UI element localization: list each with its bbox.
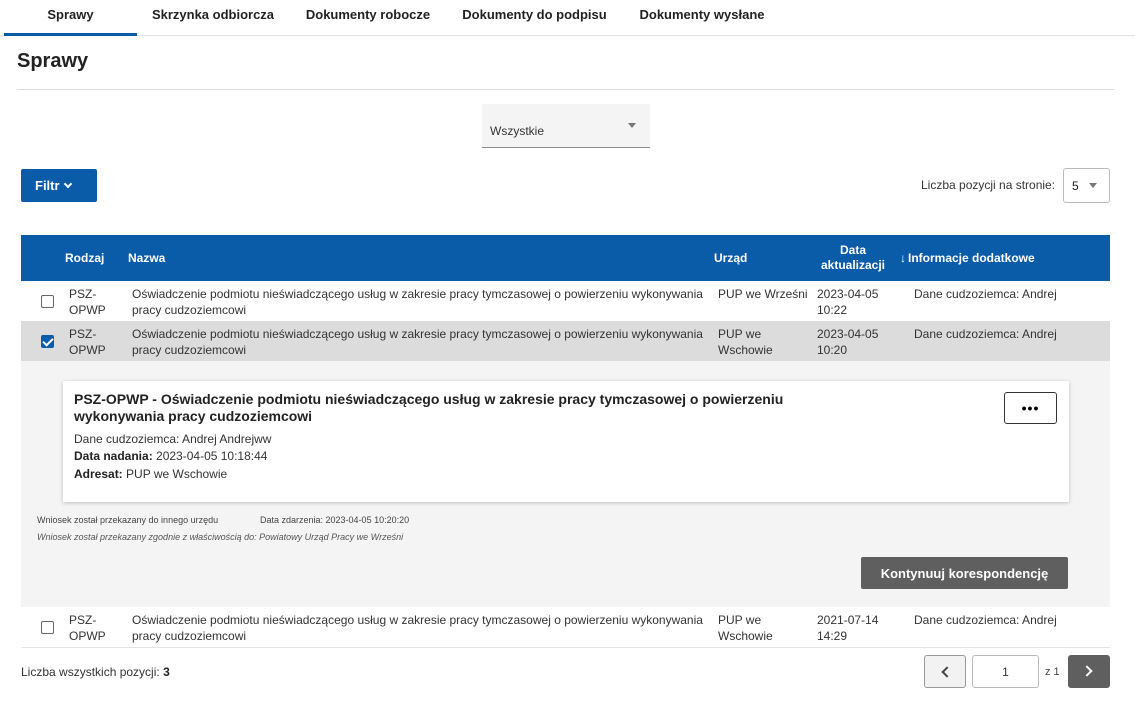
- row-detail-panel: PSZ-OPWP - Oświadczenie podmiotu nieświa…: [21, 361, 1110, 607]
- row-nazwa[interactable]: Oświadczenie podmiotu nieświadczącego us…: [132, 286, 703, 318]
- chevron-down-icon: [63, 179, 72, 189]
- table-row[interactable]: PSZ- OPWP Oświadczenie podmiotu nieświadc…: [21, 607, 1110, 647]
- case-foreigner: Dane cudzoziemca: Andrej Andrejww: [74, 432, 272, 446]
- column-header-urzad[interactable]: Urząd: [714, 235, 747, 281]
- page-number-input[interactable]: [972, 655, 1039, 688]
- row-rodzaj: PSZ- OPWP: [69, 613, 106, 643]
- row-nazwa[interactable]: Oświadczenie podmiotu nieświadczącego us…: [132, 326, 703, 358]
- row-urzad: PUP we Wschowie: [718, 327, 773, 357]
- chevron-right-icon: [1081, 665, 1093, 677]
- row-info: Dane cudzoziemca: Andrej: [914, 613, 1057, 627]
- total-count: Liczba wszystkich pozycji: 3: [21, 665, 170, 679]
- tab-dokumenty-wyslane[interactable]: Dokumenty wysłane: [628, 0, 776, 36]
- table-header: Rodzaj Nazwa Urząd Data aktualizacji ↓ I…: [21, 235, 1110, 281]
- tab-sprawy[interactable]: Sprawy: [4, 0, 137, 36]
- per-page-label: Liczba pozycji na stronie:: [921, 178, 1056, 192]
- page-title: Sprawy: [17, 50, 89, 72]
- more-options-button[interactable]: •••: [1004, 392, 1057, 424]
- row-data: 2021-07-14 14:29: [817, 613, 879, 643]
- row-info: Dane cudzoziemca: Andrej: [914, 287, 1057, 301]
- filter-button-label: Filtr: [35, 178, 60, 193]
- filter-button[interactable]: Filtr: [21, 169, 97, 202]
- chevron-left-icon: [941, 666, 953, 678]
- event-note: Wniosek został przekazany zgodnie z właś…: [37, 532, 404, 542]
- sort-down-arrow-icon: ↓: [900, 251, 906, 265]
- row-checkbox-checked[interactable]: [41, 335, 54, 348]
- page-count-label: z 1: [1045, 666, 1060, 678]
- column-header-data-line2: aktualizacji: [820, 258, 886, 272]
- row-urzad: PUP we Wrześni: [718, 287, 808, 301]
- table-bottom-divider: [21, 647, 1110, 648]
- event-status: Wniosek został przekazany do innego urzę…: [37, 515, 219, 525]
- row-data: 2023-04-05 10:20: [817, 327, 879, 357]
- row-urzad: PUP we Wschowie: [718, 613, 773, 643]
- column-header-data-aktualizacji[interactable]: Data aktualizacji: [809, 235, 897, 281]
- row-info: Dane cudzoziemca: Andrej: [914, 327, 1057, 341]
- tab-dokumenty-robocze[interactable]: Dokumenty robocze: [294, 0, 442, 36]
- continue-correspondence-button[interactable]: Kontynuuj korespondencję: [861, 557, 1068, 589]
- row-rodzaj: PSZ- OPWP: [69, 327, 106, 357]
- next-page-button[interactable]: [1068, 655, 1110, 688]
- tab-skrzynka-odbiorcza[interactable]: Skrzynka odbiorcza: [142, 0, 284, 36]
- row-rodzaj: PSZ- OPWP: [69, 287, 106, 317]
- caret-down-icon: [1089, 183, 1097, 188]
- event-date: Data zdarzenia: 2023-04-05 10:20:20: [260, 515, 410, 525]
- per-page-select[interactable]: 5: [1063, 168, 1110, 203]
- row-nazwa[interactable]: Oświadczenie podmiotu nieświadczącego us…: [132, 612, 703, 644]
- case-detail-card: PSZ-OPWP - Oświadczenie podmiotu nieświa…: [63, 381, 1069, 502]
- previous-page-button[interactable]: [924, 655, 966, 688]
- top-tabs: Sprawy Skrzynka odbiorcza Dokumenty robo…: [0, 0, 1135, 36]
- tab-dokumenty-do-podpisu[interactable]: Dokumenty do podpisu: [452, 0, 617, 36]
- column-header-informacje[interactable]: ↓ Informacje dodatkowe: [900, 235, 1035, 281]
- table-row[interactable]: PSZ- OPWP Oświadczenie podmiotu nieświadc…: [21, 281, 1110, 321]
- case-detail-title: PSZ-OPWP - Oświadczenie podmiotu nieświa…: [74, 391, 784, 424]
- column-header-rodzaj[interactable]: Rodzaj: [65, 235, 104, 281]
- case-sent-date: Data nadania: 2023-04-05 10:18:44: [74, 449, 268, 463]
- column-header-nazwa[interactable]: Nazwa: [128, 235, 165, 281]
- caret-down-icon: [628, 123, 636, 128]
- case-addressee: Adresat: PUP we Wschowie: [74, 467, 228, 481]
- row-data: 2023-04-05 10:22: [817, 287, 879, 317]
- row-checkbox[interactable]: [41, 295, 54, 308]
- status-select[interactable]: Wszystkie: [482, 104, 650, 148]
- column-header-data-line1: Data: [839, 243, 866, 257]
- row-checkbox[interactable]: [41, 621, 54, 634]
- column-header-informacje-label: Informacje dodatkowe: [908, 251, 1035, 265]
- status-select-value: Wszystkie: [490, 124, 544, 138]
- title-divider: [17, 89, 1114, 90]
- table-row[interactable]: PSZ- OPWP Oświadczenie podmiotu nieświadc…: [21, 321, 1110, 361]
- per-page-value: 5: [1072, 179, 1079, 193]
